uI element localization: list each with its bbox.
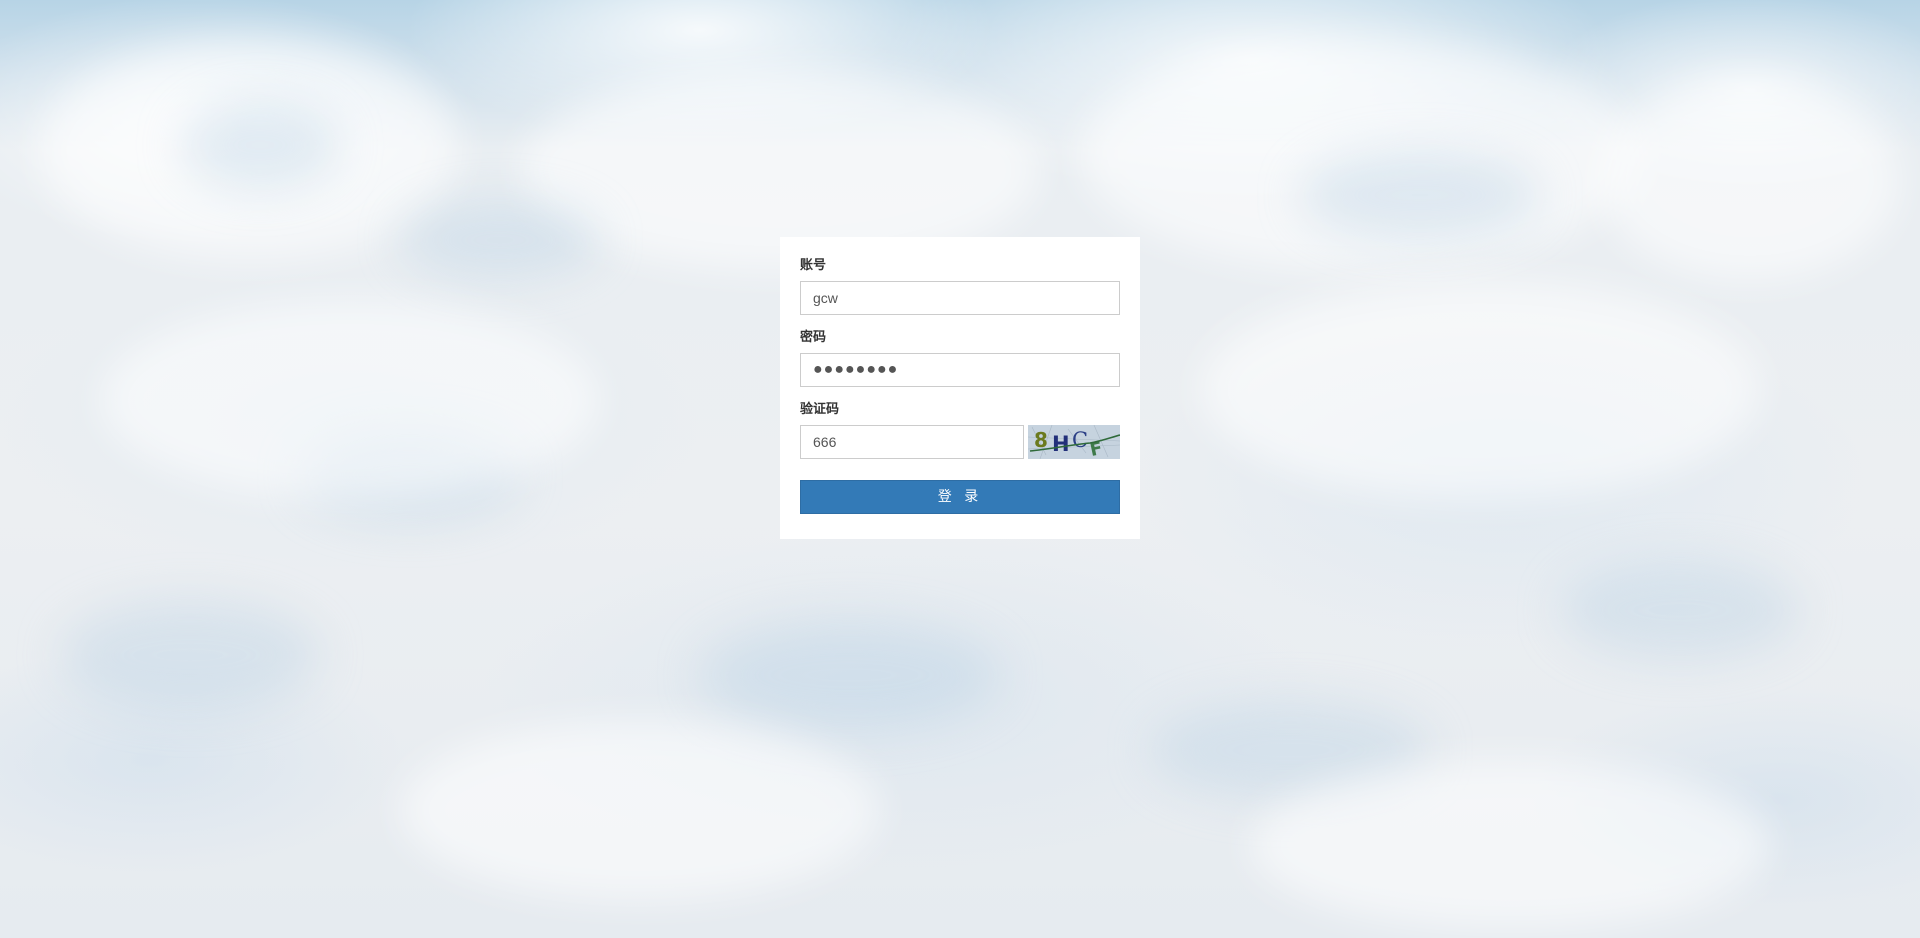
captcha-input[interactable]: 666 — [800, 425, 1024, 459]
password-input[interactable]: ●●●●●●●● — [800, 353, 1120, 387]
login-panel: 账号 gcw 密码 ●●●●●●●● 验证码 666 8 H C F 登 录 — [780, 237, 1140, 539]
captcha-label: 验证码 — [800, 402, 840, 417]
captcha-row: 666 8 H C F — [800, 425, 1120, 459]
captcha-image[interactable]: 8 H C F — [1028, 425, 1120, 459]
account-group: 账号 gcw — [800, 257, 1120, 315]
login-button[interactable]: 登 录 — [800, 480, 1120, 514]
account-input[interactable]: gcw — [800, 281, 1120, 315]
captcha-graphic: 8 H C F — [1028, 425, 1120, 459]
captcha-group: 验证码 666 8 H C F — [800, 401, 1120, 459]
svg-text:H: H — [1052, 432, 1070, 456]
svg-text:C: C — [1072, 428, 1088, 452]
password-group: 密码 ●●●●●●●● — [800, 329, 1120, 387]
password-label: 密码 — [800, 330, 827, 345]
account-label: 账号 — [800, 258, 827, 273]
